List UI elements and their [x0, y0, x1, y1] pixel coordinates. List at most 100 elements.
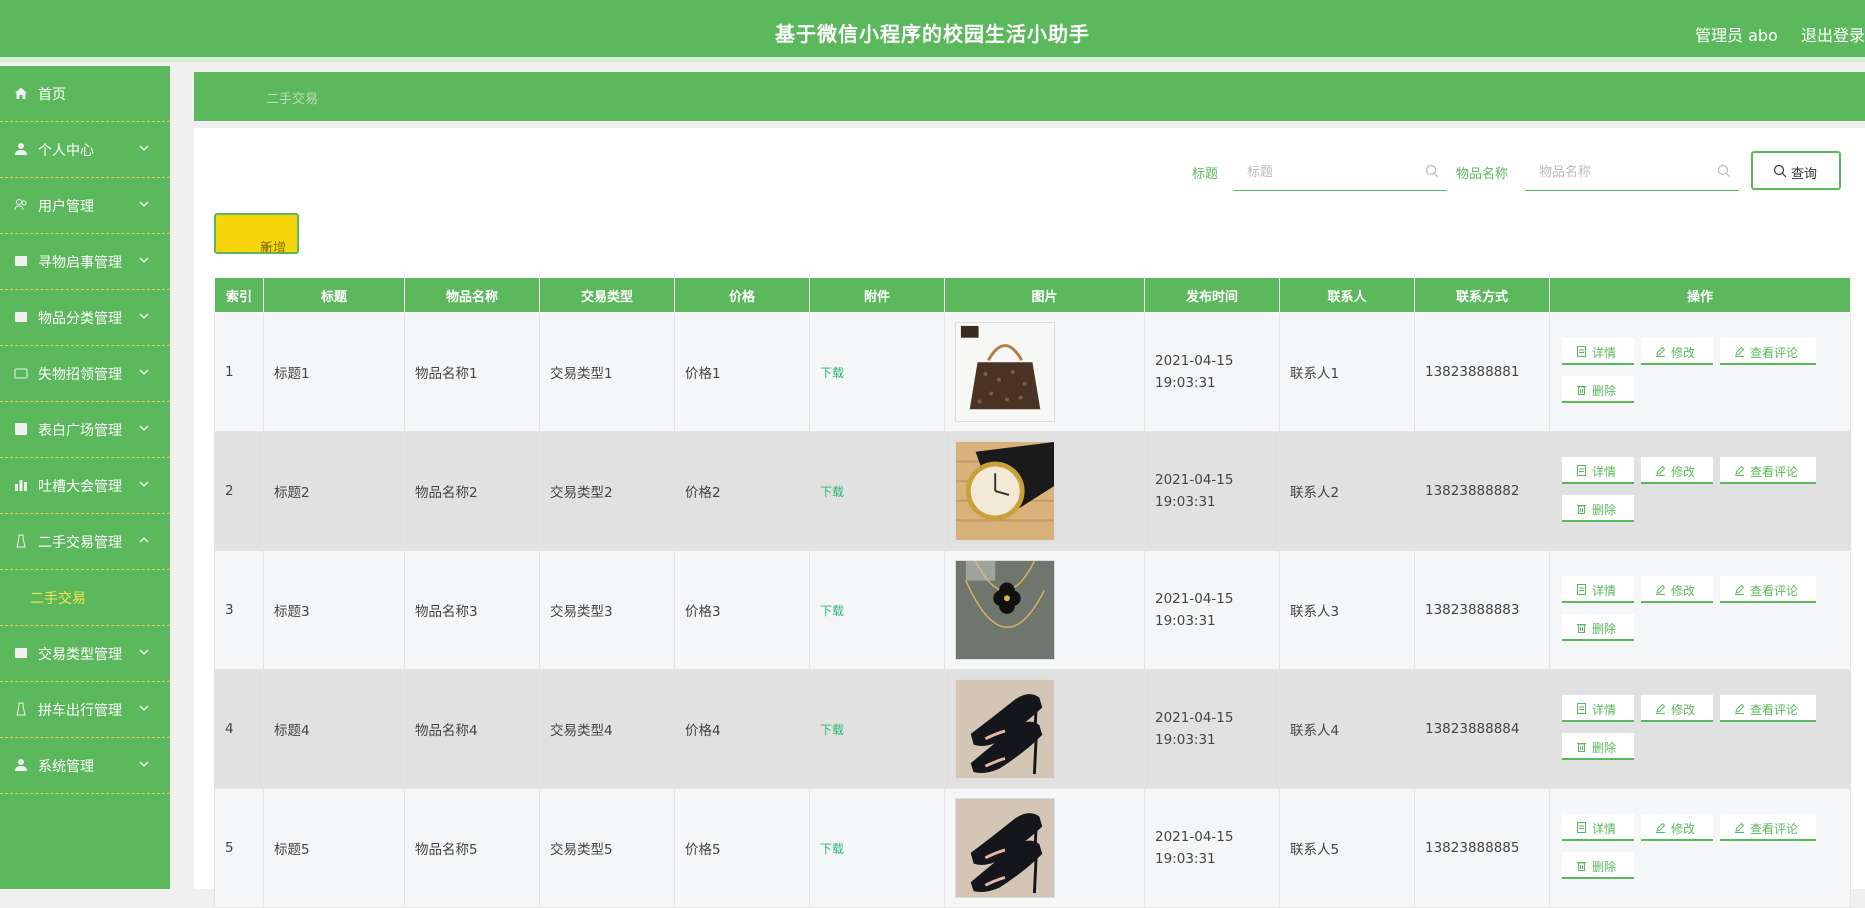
title-search-field[interactable] [1233, 153, 1447, 191]
item-image[interactable] [955, 679, 1055, 779]
detail-button[interactable]: 详情 [1562, 338, 1634, 365]
table-row: 3 标题3 物品名称3 交易类型3 价格3 下载 2021-04-15 19:03:31 联系… [214, 550, 1851, 670]
home-icon [14, 86, 28, 100]
download-link[interactable]: 下载 [820, 842, 844, 856]
download-link[interactable]: 下载 [820, 485, 844, 499]
cell-item-name: 物品名称2 [404, 431, 540, 551]
name-search-label: 物品名称 [1456, 167, 1509, 182]
edit-icon [1734, 346, 1745, 357]
view-comments-button[interactable]: 查看评论 [1720, 576, 1816, 603]
detail-button-label: 详情 [1592, 346, 1617, 360]
view-comments-button[interactable]: 查看评论 [1720, 457, 1816, 484]
edit-icon [1734, 822, 1745, 833]
item-image[interactable] [955, 798, 1055, 898]
cell-price: 价格1 [674, 312, 810, 432]
search-icon [1717, 164, 1731, 178]
edit-button[interactable]: 修改 [1641, 814, 1713, 841]
column-header: 索引 [214, 277, 264, 313]
detail-button[interactable]: 详情 [1562, 814, 1634, 841]
cell-title: 标题5 [263, 788, 405, 908]
sidebar-item-system-management[interactable]: 系统管理 [0, 738, 170, 794]
column-header: 图片 [944, 277, 1145, 313]
cell-price: 价格4 [674, 669, 810, 789]
detail-button[interactable]: 详情 [1562, 576, 1634, 603]
delete-button[interactable]: 删除 [1562, 614, 1634, 641]
name-search-field[interactable] [1525, 153, 1739, 191]
column-header: 附件 [809, 277, 945, 313]
edit-button-label: 修改 [1671, 346, 1696, 360]
title-search-input[interactable] [1233, 153, 1429, 191]
sidebar-item-confession-management[interactable]: 表白广场管理 [0, 402, 170, 458]
sidebar-item-personal-center[interactable]: 个人中心 [0, 122, 170, 178]
chart-icon [14, 478, 28, 492]
box-icon [14, 366, 28, 380]
detail-button[interactable]: 详情 [1562, 695, 1634, 722]
cell-actions: 详情 修改 查看评论删除 [1549, 431, 1851, 551]
sidebar-item-complaint-management[interactable]: 吐槽大会管理 [0, 458, 170, 514]
sidebar-item-user-management[interactable]: 用户管理 [0, 178, 170, 234]
delete-button-label: 删除 [1592, 503, 1617, 517]
document-icon [1576, 346, 1587, 357]
sidebar-subitem-label: 二手交易 [30, 591, 86, 607]
item-image[interactable] [955, 560, 1055, 660]
sidebar-item-label: 寻物启事管理 [38, 255, 122, 271]
cell-attachment: 下载 [809, 788, 945, 908]
view-comments-button-label: 查看评论 [1750, 346, 1799, 360]
cell-publish-time: 2021-04-15 19:03:31 [1144, 669, 1280, 789]
delete-button-label: 删除 [1592, 384, 1617, 398]
sidebar-item-label: 拼车出行管理 [38, 703, 122, 719]
cell-contact: 联系人2 [1279, 431, 1415, 551]
add-button[interactable]: ＋ 新增 [214, 213, 299, 256]
sidebar-item-secondhand-management[interactable]: 二手交易管理 [0, 514, 170, 570]
item-image[interactable] [955, 441, 1055, 541]
download-link[interactable]: 下载 [820, 366, 844, 380]
sidebar-item-carpool-management[interactable]: 拼车出行管理 [0, 682, 170, 738]
sidebar-item-found-management[interactable]: 失物招领管理 [0, 346, 170, 402]
view-comments-button[interactable]: 查看评论 [1720, 695, 1816, 722]
sidebar-item-category-management[interactable]: 物品分类管理 [0, 290, 170, 346]
logout-link[interactable]: 退出登录 [1801, 22, 1865, 46]
download-link[interactable]: 下载 [820, 604, 844, 618]
name-search-input[interactable] [1525, 153, 1721, 191]
delete-button[interactable]: 删除 [1562, 495, 1634, 522]
user-icon [14, 142, 28, 156]
download-link[interactable]: 下载 [820, 723, 844, 737]
heart-icon [14, 422, 28, 436]
cell-contact: 联系人5 [1279, 788, 1415, 908]
chevron-down-icon [138, 422, 150, 434]
edit-button[interactable]: 修改 [1641, 338, 1713, 365]
trash-icon [1576, 384, 1587, 395]
cell-item-name: 物品名称1 [404, 312, 540, 432]
view-comments-button-label: 查看评论 [1750, 465, 1799, 479]
view-comments-button-label: 查看评论 [1750, 822, 1799, 836]
delete-button[interactable]: 删除 [1562, 733, 1634, 760]
delete-button[interactable]: 删除 [1562, 376, 1634, 403]
sidebar-item-trade-type-management[interactable]: 交易类型管理 [0, 626, 170, 682]
edit-button[interactable]: 修改 [1641, 695, 1713, 722]
column-header: 交易类型 [539, 277, 675, 313]
sidebar-item-lost-notice-management[interactable]: 寻物启事管理 [0, 234, 170, 290]
document-icon [1576, 584, 1587, 595]
cell-image [944, 550, 1145, 670]
detail-button[interactable]: 详情 [1562, 457, 1634, 484]
cell-index: 1 [214, 312, 264, 432]
delete-button[interactable]: 删除 [1562, 852, 1634, 879]
edit-button[interactable]: 修改 [1641, 576, 1713, 603]
chevron-down-icon [138, 310, 150, 322]
view-comments-button[interactable]: 查看评论 [1720, 814, 1816, 841]
cell-contact: 联系人3 [1279, 550, 1415, 670]
column-header: 操作 [1549, 277, 1851, 313]
trash-icon [1576, 503, 1587, 514]
view-comments-button[interactable]: 查看评论 [1720, 338, 1816, 365]
cell-publish-time: 2021-04-15 19:03:31 [1144, 550, 1280, 670]
sidebar-item-label: 二手交易管理 [38, 535, 122, 551]
delete-button-label: 删除 [1592, 741, 1617, 755]
query-button[interactable]: 查询 [1751, 151, 1841, 190]
sidebar-item-label: 用户管理 [38, 199, 94, 215]
tag-icon [14, 646, 28, 660]
sidebar-subitem-secondhand[interactable]: 二手交易 [0, 570, 170, 626]
item-image[interactable] [955, 322, 1055, 422]
cell-contact: 联系人4 [1279, 669, 1415, 789]
edit-button[interactable]: 修改 [1641, 457, 1713, 484]
sidebar-item-home[interactable]: 首页 [0, 66, 170, 122]
